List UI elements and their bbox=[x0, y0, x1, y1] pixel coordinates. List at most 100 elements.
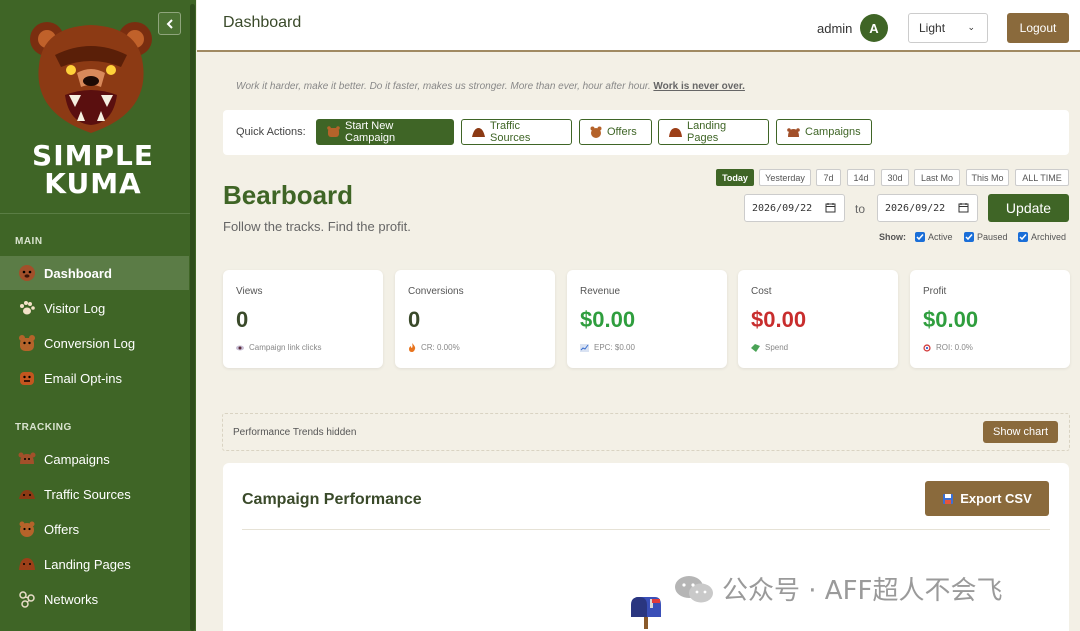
bear-icon bbox=[590, 126, 602, 138]
bear-icon bbox=[18, 485, 36, 503]
page-title: Dashboard bbox=[223, 14, 302, 31]
sidebar-item-dashboard[interactable]: Dashboard bbox=[0, 256, 189, 290]
range-today-button[interactable]: Today bbox=[716, 169, 754, 186]
stat-sub: Spend bbox=[751, 343, 788, 352]
stat-value: $0.00 bbox=[580, 307, 636, 332]
show-option-label: Paused bbox=[977, 232, 1008, 242]
range-yesterday-button[interactable]: Yesterday bbox=[759, 169, 811, 186]
sidebar-item-email-opt-ins[interactable]: Email Opt-ins bbox=[0, 361, 189, 395]
section-label-main: MAIN bbox=[15, 236, 43, 247]
sidebar-collapse-button[interactable] bbox=[158, 12, 181, 35]
date-to-label: to bbox=[855, 202, 866, 216]
motivational-quote: Work it harder, make it better. Do it fa… bbox=[236, 81, 745, 92]
section-label-tracking: TRACKING bbox=[15, 422, 72, 433]
sidebar-item-offers[interactable]: Offers bbox=[0, 512, 189, 546]
date-from-value: 2026/09/22 bbox=[752, 203, 813, 214]
traffic-sources-button[interactable]: Traffic Sources bbox=[461, 119, 572, 145]
sidebar-item-label: Visitor Log bbox=[44, 300, 106, 316]
logout-button[interactable]: Logout bbox=[1007, 13, 1069, 43]
stat-card-profit: Profit $0.00 ROI: 0.0% bbox=[910, 270, 1070, 368]
bear-icon bbox=[18, 450, 36, 468]
quote-text: Work it harder, make it better. Do it fa… bbox=[236, 81, 651, 92]
range-14d-button[interactable]: 14d bbox=[847, 169, 875, 186]
sidebar-item-label: Dashboard bbox=[44, 265, 112, 281]
quote-emphasis: Work is never over. bbox=[653, 81, 745, 92]
stat-label: Conversions bbox=[408, 286, 464, 297]
checkbox-checked-icon bbox=[1018, 232, 1028, 242]
range-7d-button[interactable]: 7d bbox=[816, 169, 841, 186]
paw-icon bbox=[18, 299, 36, 317]
stat-sub: ROI: 0.0% bbox=[923, 343, 973, 352]
stat-value: 0 bbox=[236, 307, 249, 332]
sidebar-item-label: Conversion Log bbox=[44, 335, 136, 351]
floppy-icon bbox=[942, 493, 954, 505]
sidebar-item-campaigns[interactable]: Campaigns bbox=[0, 442, 189, 476]
offers-button[interactable]: Offers bbox=[579, 119, 652, 145]
show-chart-button[interactable]: Show chart bbox=[983, 421, 1058, 443]
calendar-icon[interactable] bbox=[958, 202, 969, 213]
stat-label: Revenue bbox=[580, 286, 621, 297]
sidebar-item-landing-pages[interactable]: Landing Pages bbox=[0, 547, 189, 581]
bear-icon bbox=[472, 127, 485, 137]
chevron-down-icon: ⌄ bbox=[967, 22, 975, 32]
show-option-label: Archived bbox=[1031, 232, 1067, 242]
range-all-time-button[interactable]: ALL TIME bbox=[1015, 169, 1069, 186]
range-30d-button[interactable]: 30d bbox=[881, 169, 909, 186]
sidebar-scrollbar[interactable] bbox=[190, 4, 195, 631]
stat-sub-text: Spend bbox=[765, 343, 789, 352]
performance-trends-bar: Performance Trends hidden Show chart bbox=[222, 413, 1070, 451]
chart-icon bbox=[580, 343, 589, 352]
theme-select[interactable]: Light ⌄ bbox=[908, 13, 988, 43]
campaigns-button[interactable]: Campaigns bbox=[776, 119, 872, 145]
stat-sub: EPC: $0.00 bbox=[580, 343, 635, 352]
stat-sub: Campaign link clicks bbox=[236, 343, 321, 352]
stat-sub-text: CR: 0.00% bbox=[421, 343, 460, 352]
show-paused-checkbox[interactable]: Paused bbox=[964, 232, 1008, 242]
range-last-month-button[interactable]: Last Mo bbox=[914, 169, 960, 186]
quick-actions-bar: Quick Actions: Start New Campaign Traffi… bbox=[223, 110, 1069, 155]
landing-pages-button[interactable]: Landing Pages bbox=[658, 119, 769, 145]
target-icon bbox=[923, 343, 931, 352]
stat-value: $0.00 bbox=[923, 307, 979, 332]
show-option-label: Active bbox=[928, 232, 953, 242]
sidebar-item-traffic-sources[interactable]: Traffic Sources bbox=[0, 477, 189, 511]
bear-icon bbox=[18, 334, 36, 352]
quick-action-label: Start New Campaign bbox=[345, 120, 396, 144]
show-archived-checkbox[interactable]: Archived bbox=[1018, 232, 1066, 242]
avatar[interactable]: A bbox=[860, 14, 888, 42]
sidebar-item-networks[interactable]: Networks bbox=[0, 582, 189, 616]
bearboard-subtitle: Follow the tracks. Find the profit. bbox=[223, 219, 411, 234]
export-csv-button[interactable]: Export CSV bbox=[925, 481, 1049, 516]
eye-icon bbox=[236, 345, 244, 351]
range-this-month-button[interactable]: This Mo bbox=[966, 169, 1009, 186]
quick-action-label: Traffic Sources bbox=[490, 120, 531, 144]
bear-icon bbox=[18, 369, 36, 387]
sidebar-item-visitor-log[interactable]: Visitor Log bbox=[0, 291, 189, 325]
stat-card-cost: Cost $0.00 Spend bbox=[738, 270, 898, 368]
checkbox-checked-icon bbox=[964, 232, 974, 242]
stat-label: Views bbox=[236, 286, 263, 297]
money-icon bbox=[751, 343, 760, 352]
update-button[interactable]: Update bbox=[988, 194, 1069, 222]
network-icon bbox=[18, 590, 36, 608]
show-active-checkbox[interactable]: Active bbox=[915, 232, 953, 242]
brand-line-2: KUMA bbox=[44, 167, 142, 200]
stat-value: $0.00 bbox=[751, 307, 807, 332]
brand-line-1: SIMPLE bbox=[32, 139, 154, 172]
sidebar-item-label: Traffic Sources bbox=[44, 486, 131, 502]
fire-icon bbox=[408, 343, 416, 352]
bear-icon bbox=[669, 127, 682, 137]
calendar-icon[interactable] bbox=[825, 202, 836, 213]
divider bbox=[242, 529, 1050, 530]
date-to-input[interactable]: 2026/09/22 bbox=[877, 194, 978, 222]
sidebar-item-label: Offers bbox=[44, 521, 80, 537]
stat-sub-text: EPC: $0.00 bbox=[594, 343, 635, 352]
topbar: Dashboard admin A Light ⌄ Logout bbox=[197, 0, 1080, 52]
stat-card-revenue: Revenue $0.00 EPC: $0.00 bbox=[567, 270, 727, 368]
campaign-performance-title: Campaign Performance bbox=[242, 491, 422, 508]
start-new-campaign-button[interactable]: Start New Campaign bbox=[316, 119, 454, 145]
bear-logo-icon bbox=[30, 22, 152, 133]
date-to-value: 2026/09/22 bbox=[885, 203, 946, 214]
sidebar-item-conversion-log[interactable]: Conversion Log bbox=[0, 326, 189, 360]
date-from-input[interactable]: 2026/09/22 bbox=[744, 194, 845, 222]
